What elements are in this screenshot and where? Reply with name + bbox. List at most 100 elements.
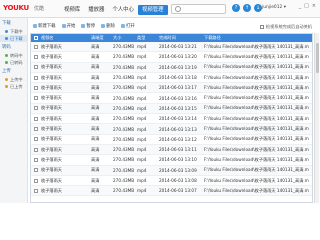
sidebar-item-label: 上传中 <box>10 76 23 82</box>
row-checkbox-cell[interactable] <box>31 116 39 121</box>
sidebar-item-downloading[interactable]: 下载中 <box>0 28 27 35</box>
row-checkbox-cell[interactable] <box>31 44 39 49</box>
cell-size: 270.43MB <box>113 54 135 60</box>
cell-name: 枚子落雨天 <box>41 105 62 111</box>
done-icon <box>5 37 8 40</box>
row-checkbox-cell[interactable] <box>31 178 39 183</box>
cell-size: 270.43MB <box>113 64 135 70</box>
row-checkbox[interactable] <box>34 127 38 132</box>
new-download-button[interactable]: 新建下载 <box>31 23 58 29</box>
row-checkbox-cell[interactable] <box>31 85 39 90</box>
download-icon <box>5 30 8 33</box>
download-icon[interactable]: ↓ <box>254 4 262 12</box>
column-header-size[interactable]: 大小 <box>111 35 135 41</box>
cell-size: 270.43MB <box>113 44 135 50</box>
table-row[interactable]: 枚子落雨天 高清 270.43MB mp4 2014-06-03 13:08 F:\You… <box>31 176 312 187</box>
row-checkbox-cell[interactable] <box>31 65 39 70</box>
table-row[interactable]: 枚子落雨天 高清 270.43MB mp4 2014-06-03 13:19 F:\You… <box>31 62 312 73</box>
table-row[interactable]: 枚子落雨天 高清 270.43MB mp4 2014-06-03 13:07 F:\You… <box>31 186 312 197</box>
upload-icon[interactable]: ↑ <box>243 4 251 12</box>
column-header-type[interactable]: 类型 <box>135 35 157 41</box>
column-header-finish-time[interactable]: 完成时间 <box>157 35 202 41</box>
cell-size: 270.43MB <box>113 188 135 194</box>
table-row[interactable]: 枚子落雨天 高清 270.43MB mp4 2014-06-03 13:14 F:\You… <box>31 114 312 125</box>
row-checkbox-cell[interactable] <box>31 188 39 193</box>
open-button[interactable]: 打开 <box>119 23 137 29</box>
user-menu[interactable]: junjie012 ▾ <box>262 5 286 10</box>
delete-button[interactable]: 删除 <box>99 23 117 29</box>
cell-path: F:\Youku Files\download\枚子落雨天 140131_高清.… <box>204 43 309 49</box>
row-checkbox[interactable] <box>34 147 38 152</box>
row-checkbox[interactable] <box>34 75 38 80</box>
cell-definition: 高清 <box>91 105 100 111</box>
row-checkbox[interactable] <box>34 178 38 183</box>
row-checkbox[interactable] <box>34 168 38 173</box>
row-checkbox[interactable] <box>34 137 38 142</box>
table-row[interactable]: 枚子落雨天 高清 270.43MB mp4 2014-06-03 13:12 F:\You… <box>31 135 312 145</box>
table-row[interactable]: 枚子落雨天 高清 270.43MB mp4 2014-06-03 13:10 F:\You… <box>31 155 312 166</box>
cell-size: 270.43MB <box>113 136 135 142</box>
column-header-name[interactable]: 视频名 <box>39 35 89 41</box>
row-checkbox-cell[interactable] <box>31 157 39 162</box>
row-checkbox[interactable] <box>34 106 38 111</box>
select-all-checkbox[interactable] <box>34 36 38 40</box>
row-checkbox-cell[interactable] <box>31 54 39 59</box>
maximize-button[interactable]: □ <box>304 3 309 9</box>
search-input[interactable] <box>171 4 226 14</box>
cell-path: F:\Youku Files\download\枚子落雨天 140131_高清.… <box>204 53 309 59</box>
column-header-definition[interactable]: 清晰度 <box>89 35 111 41</box>
sidebar-item-uploaded[interactable]: 已上传 <box>0 83 27 90</box>
table-row[interactable]: 枚子落雨天 高清 270.43MB mp4 2014-06-03 13:18 F:\You… <box>31 73 312 84</box>
row-checkbox[interactable] <box>34 157 38 162</box>
row-checkbox-cell[interactable] <box>31 147 39 152</box>
sidebar-item-converted[interactable]: 已转码 <box>0 59 27 66</box>
cell-path: F:\Youku Files\download\枚子落雨天 140131_高清.… <box>204 115 309 121</box>
help-icon[interactable]: ? <box>232 4 240 12</box>
row-checkbox[interactable] <box>34 65 38 70</box>
sidebar-item-downloaded[interactable]: 已下载 <box>0 35 27 42</box>
table-row[interactable]: 枚子落雨天 高清 270.43MB mp4 2014-06-03 13:17 F:\You… <box>31 83 312 94</box>
table-row[interactable]: 枚子落雨天 高清 270.43MB mp4 2014-06-03 13:11 F:\You… <box>31 144 312 156</box>
table-row[interactable]: 枚子落雨天 高清 270.43MB mp4 2014-06-03 13:21 F:\You… <box>31 42 312 53</box>
row-checkbox[interactable] <box>34 96 38 101</box>
row-checkbox[interactable] <box>34 188 38 193</box>
row-checkbox[interactable] <box>34 116 38 121</box>
table-body: 枚子落雨天 高清 270.43MB mp4 2014-06-03 13:21 F:\You… <box>31 42 312 197</box>
tab-player[interactable]: 播放器 <box>84 5 108 15</box>
row-checkbox[interactable] <box>34 44 38 49</box>
table-row[interactable]: 枚子落雨天 高清 270.43MB mp4 2014-06-03 13:09 F:\You… <box>31 165 312 176</box>
row-checkbox-cell[interactable] <box>31 127 39 132</box>
row-checkbox[interactable] <box>34 54 38 59</box>
table-row[interactable]: 枚子落雨天 高清 270.43MB mp4 2014-06-03 13:15 F:\You… <box>31 103 312 115</box>
sidebar-item-uploading[interactable]: 上传中 <box>0 76 27 83</box>
select-all-cell[interactable] <box>31 36 39 40</box>
table-row[interactable]: 枚子落雨天 高清 270.43MB mp4 2014-06-03 13:13 F:\You… <box>31 124 312 135</box>
cell-type: mp4 <box>137 44 147 50</box>
tab-personal-center[interactable]: 个人中心 <box>108 5 138 15</box>
start-button[interactable]: 开始 <box>60 23 78 29</box>
table-header: 视频名 清晰度 大小 类型 完成时间 下载路径 <box>31 34 312 42</box>
auto-shutdown-checkbox[interactable] <box>259 25 264 29</box>
cell-definition: 高清 <box>91 53 100 59</box>
row-checkbox[interactable] <box>34 85 38 90</box>
table-row[interactable]: 枚子落雨天 高清 270.43MB mp4 2014-06-03 13:16 F:\You… <box>31 93 312 104</box>
tab-video-library[interactable]: 视频库 <box>60 5 84 15</box>
row-checkbox-cell[interactable] <box>31 75 39 80</box>
cell-definition: 高清 <box>91 156 100 162</box>
row-checkbox-cell[interactable] <box>31 168 39 173</box>
row-checkbox-cell[interactable] <box>31 137 39 142</box>
row-checkbox-cell[interactable] <box>31 106 39 111</box>
close-button[interactable]: × <box>312 3 316 9</box>
column-header-path[interactable]: 下载路径 <box>202 35 312 41</box>
cell-name: 枚子落雨天 <box>41 146 62 152</box>
sidebar-item-converting[interactable]: 转码中 <box>0 52 27 59</box>
table-row[interactable]: 枚子落雨天 高清 270.43MB mp4 2014-06-03 13:20 F:\You… <box>31 52 312 63</box>
row-checkbox-cell[interactable] <box>31 96 39 101</box>
pause-button[interactable]: 暂停 <box>79 23 97 29</box>
tab-video-management[interactable]: 视频管理 <box>137 5 168 15</box>
auto-shutdown-option[interactable]: 检视系统完成后自动关机 <box>259 24 312 30</box>
table-scrollbar[interactable] <box>314 33 319 203</box>
minimize-button[interactable]: _ <box>299 3 302 9</box>
done-icon <box>5 85 8 88</box>
scrollbar-thumb[interactable] <box>316 43 319 73</box>
